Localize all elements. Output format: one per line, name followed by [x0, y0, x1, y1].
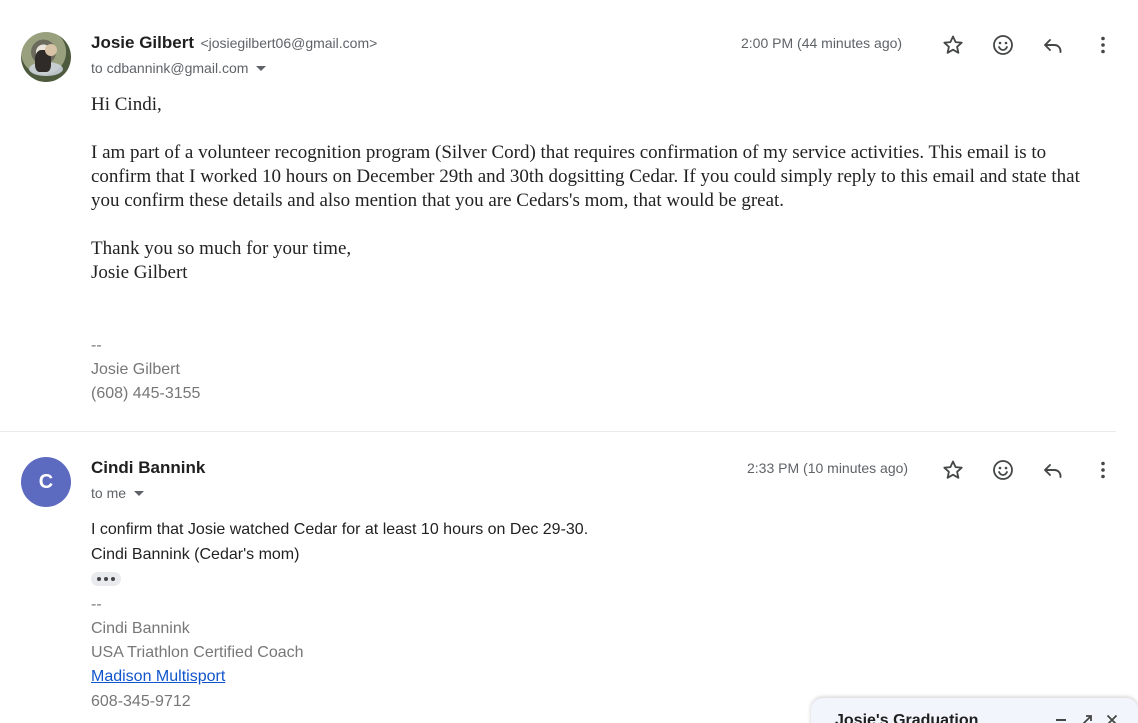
signature-separator: -- — [91, 337, 102, 354]
message-line: Cindi Bannink (Cedar's mom) — [91, 546, 300, 563]
minimize-button[interactable] — [1053, 712, 1069, 723]
recipient-text: to me — [91, 485, 127, 501]
minimize-icon — [1056, 719, 1066, 721]
message-timestamp: 2:33 PM (10 minutes ago) — [747, 460, 909, 476]
more-vert-icon — [1101, 36, 1105, 54]
message-greeting: Hi Cindi, — [91, 94, 162, 115]
sender-name[interactable]: Josie Gilbert — [91, 33, 194, 52]
compose-title[interactable]: Josie's Graduation — [835, 712, 978, 723]
dropdown-caret-icon[interactable] — [256, 65, 267, 71]
close-compose-button[interactable] — [1104, 712, 1120, 723]
reply-button[interactable] — [1037, 29, 1069, 61]
message-josie: Josie Gilbert <josiegilbert06@gmail.com>… — [0, 0, 1116, 432]
popout-button[interactable] — [1079, 712, 1095, 723]
recipient-line: to cdbannink@gmail.com — [91, 60, 267, 76]
popout-icon — [1082, 715, 1092, 723]
reply-button[interactable] — [1037, 454, 1069, 486]
emoji-icon — [993, 460, 1013, 480]
sender-line: Cindi Bannink — [91, 458, 205, 478]
reply-icon — [1044, 39, 1062, 53]
message-closing: Thank you so much for your time, — [91, 238, 352, 259]
star-button[interactable] — [937, 454, 969, 486]
star-button[interactable] — [937, 29, 969, 61]
signature-phone: 608-345-9712 — [91, 693, 191, 710]
message-timestamp: 2:00 PM (44 minutes ago) — [741, 35, 903, 51]
recipient-text: to cdbannink@gmail.com — [91, 60, 249, 76]
star-icon — [943, 35, 963, 54]
more-options-button[interactable] — [1087, 29, 1119, 61]
sender-avatar[interactable] — [21, 32, 71, 82]
signature-name: Josie Gilbert — [91, 361, 180, 378]
more-vert-icon — [1101, 461, 1105, 479]
signature-link-wrap: Madison Multisport — [91, 665, 225, 689]
signature-phone: (608) 445-3155 — [91, 385, 201, 402]
close-icon — [1106, 714, 1118, 723]
sender-name[interactable]: Cindi Bannink — [91, 458, 205, 477]
signature-title: USA Triathlon Certified Coach — [91, 644, 304, 661]
minimized-compose-window[interactable]: Josie's Graduation — [811, 698, 1138, 723]
emoji-icon — [993, 35, 1013, 55]
sender-email: <josiegilbert06@gmail.com> — [200, 35, 378, 51]
show-trimmed-content-button[interactable] — [91, 572, 121, 586]
message-cindi: C Cindi Bannink to me 2:33 PM (10 minute… — [0, 432, 1116, 723]
add-reaction-button[interactable] — [987, 454, 1019, 486]
signature-separator: -- — [91, 596, 102, 613]
star-icon — [943, 460, 963, 479]
reply-icon — [1044, 464, 1062, 478]
dropdown-caret-icon[interactable] — [134, 490, 145, 496]
signature-name: Cindi Bannink — [91, 620, 190, 637]
signature-link[interactable]: Madison Multisport — [91, 668, 225, 685]
message-signoff: Josie Gilbert — [91, 262, 188, 283]
sender-avatar[interactable]: C — [21, 457, 71, 507]
more-options-button[interactable] — [1087, 454, 1119, 486]
recipient-line: to me — [91, 485, 145, 501]
sender-line: Josie Gilbert <josiegilbert06@gmail.com> — [91, 33, 377, 53]
message-line: I confirm that Josie watched Cedar for a… — [91, 521, 589, 538]
message-paragraph: I am part of a volunteer recognition pro… — [91, 142, 1080, 211]
add-reaction-button[interactable] — [987, 29, 1019, 61]
